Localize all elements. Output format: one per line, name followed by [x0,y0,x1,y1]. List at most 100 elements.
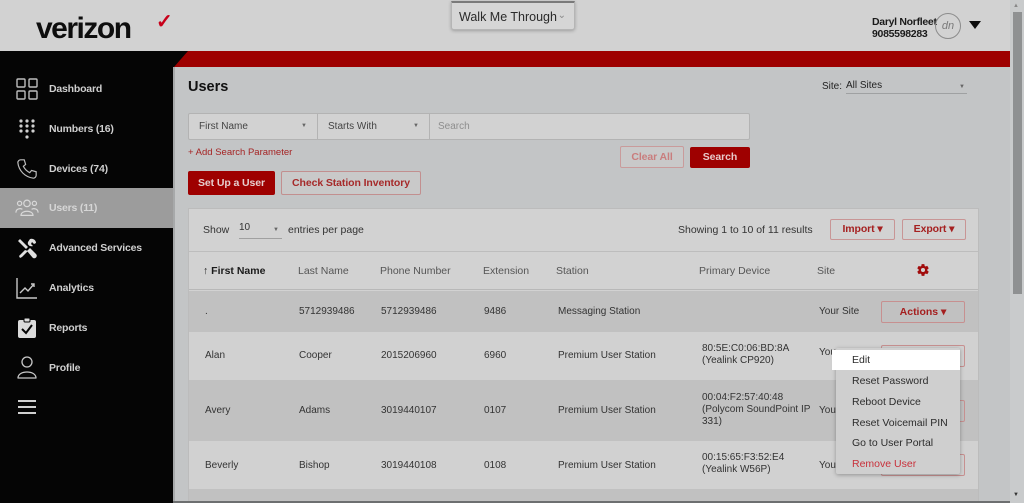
search-operator-value: Starts With [328,121,377,132]
scrollbar-thumb[interactable] [1013,12,1022,294]
sidebar-item-numbers[interactable]: Numbers (16) [0,109,173,149]
person-icon [15,356,39,380]
sidebar-item-reports[interactable]: Reports [0,308,173,348]
top-header: verizon ✓ Walk Me Through ⌄ Daryl Norfle… [0,0,1010,51]
cell-last-name: Bishop [299,460,330,471]
chevron-down-icon: ⌄ [557,10,566,21]
cell-first-name: Avery [205,405,231,416]
caret-down-icon: ▼ [273,227,279,233]
sidebar-item-label: Reports [49,322,88,334]
caret-down-icon: ▼ [959,84,965,90]
column-header-primary-device[interactable]: Primary Device [699,265,770,277]
sort-ascending-icon: ↑ [203,265,209,277]
chart-icon [15,276,39,300]
cell-site: Your Site [819,306,860,317]
set-up-user-button[interactable]: Set Up a User [188,171,275,195]
sidebar-item-label: Advanced Services [49,242,142,254]
actions-dropdown-menu: Edit Reset Password Reboot Device Reset … [832,348,960,474]
sidebar-item-analytics[interactable]: Analytics [0,268,173,308]
page-size-select[interactable]: 10 ▼ [239,222,282,239]
cell-first-name: . [205,306,208,317]
avatar[interactable]: dn [935,13,961,39]
site-label: Site: [822,81,843,92]
search-field-select[interactable]: First Name ▼ [189,114,318,139]
page-scrollbar[interactable]: ▲ ▼ [1010,0,1024,503]
verizon-check-icon: ✓ [156,11,173,33]
sidebar-item-advanced-services[interactable]: Advanced Services [0,228,173,268]
phone-icon [15,157,39,181]
dialpad-icon [15,117,39,141]
page-title: Users [188,79,229,95]
menu-item-reboot-device[interactable]: Reboot Device [836,392,960,412]
cell-primary-device: 00:15:65:F3:52:E4 (Yealink W56P) [702,452,785,475]
search-operator-select[interactable]: Starts With ▼ [318,114,430,139]
search-input[interactable]: Search [430,114,749,139]
entries-label: entries per page [288,224,364,236]
sidebar-divider [173,67,175,503]
caret-down-icon: ▼ [413,123,419,129]
users-icon [15,196,39,220]
site-select[interactable]: All Sites ▼ [846,80,967,94]
results-count: Showing 1 to 10 of 11 results [678,224,813,236]
table-header: ↑ First Name Last Name Phone Number Exte… [189,252,978,290]
scroll-down-arrow-icon[interactable]: ▼ [1013,492,1019,498]
column-header-station[interactable]: Station [556,265,589,277]
column-header-first-name[interactable]: ↑ First Name [203,265,265,277]
menu-item-reset-password[interactable]: Reset Password [836,371,960,391]
cell-phone-number: 3019440107 [381,405,437,416]
table-row[interactable]: . 5712939486 5712939486 9486 Messaging S… [189,291,978,332]
dashboard-grid-icon [15,77,39,101]
show-label: Show [203,224,230,236]
sidebar-item-label: Users (11) [49,202,98,214]
column-header-site[interactable]: Site [817,265,835,277]
page-size-value: 10 [239,222,251,233]
scroll-up-arrow-icon[interactable]: ▲ [1013,3,1019,9]
menu-item-edit[interactable]: Edit [832,350,960,370]
cell-station: Premium User Station [558,460,656,471]
sidebar-item-profile[interactable]: Profile [0,348,173,388]
search-field-value: First Name [199,121,248,132]
clipboard-check-icon [15,316,39,340]
cell-phone-number: 2015206960 [381,350,437,361]
sidebar-item-dashboard[interactable]: Dashboard [0,69,173,109]
search-bar: First Name ▼ Starts With ▼ Search [188,113,750,140]
column-header-phone-number[interactable]: Phone Number [380,265,451,277]
menu-item-reset-voicemail-pin[interactable]: Reset Voicemail PIN [836,413,960,433]
actions-button[interactable]: Actions ▾ [881,301,965,323]
add-search-parameter-link[interactable]: + Add Search Parameter [188,147,292,158]
sidebar: Dashboard Numbers (16) Devices (74) User… [0,67,173,503]
export-button[interactable]: Export ▾ [902,219,966,240]
cell-extension: 9486 [484,306,507,317]
cell-extension: 6960 [484,350,507,361]
sidebar-item-label: Profile [49,362,81,374]
caret-down-icon: ▼ [301,123,307,129]
cell-primary-device: 00:04:F2:57:40:48 (Polycom SoundPoint IP 3… [702,392,811,427]
cell-first-name: Beverly [205,460,239,471]
tools-icon [15,236,39,260]
user-info: Daryl Norfleet 9085598283 [872,16,937,40]
caret-down-icon[interactable] [969,21,981,29]
check-station-inventory-button[interactable]: Check Station Inventory [281,171,421,195]
import-button[interactable]: Import ▾ [830,219,895,240]
sidebar-menu-toggle[interactable] [0,387,173,427]
search-button[interactable]: Search [690,147,750,168]
cell-station: Premium User Station [558,350,656,361]
walk-me-through-dropdown[interactable]: Walk Me Through ⌄ [451,1,575,30]
menu-item-go-to-user-portal[interactable]: Go to User Portal [836,433,960,453]
column-header-extension[interactable]: Extension [483,265,529,277]
cell-last-name: Adams [299,405,331,416]
cell-primary-device: 80:5E:C0:06:BD:8A (Yealink CP920) [702,343,790,366]
sidebar-item-devices[interactable]: Devices (74) [0,149,173,189]
clear-all-button[interactable]: Clear All [620,146,684,168]
column-header-last-name[interactable]: Last Name [298,265,349,277]
sidebar-item-label: Analytics [49,282,94,294]
hamburger-icon [15,395,39,419]
walk-me-through-label: Walk Me Through [459,10,557,24]
sidebar-item-label: Dashboard [49,83,103,95]
gear-icon[interactable] [916,263,930,277]
cell-extension: 0108 [484,460,507,471]
verizon-logo[interactable]: verizon [36,12,132,46]
sidebar-item-users[interactable]: Users (11) [0,188,173,228]
user-name: Daryl Norfleet [872,16,937,28]
menu-item-remove-user[interactable]: Remove User [836,454,960,474]
